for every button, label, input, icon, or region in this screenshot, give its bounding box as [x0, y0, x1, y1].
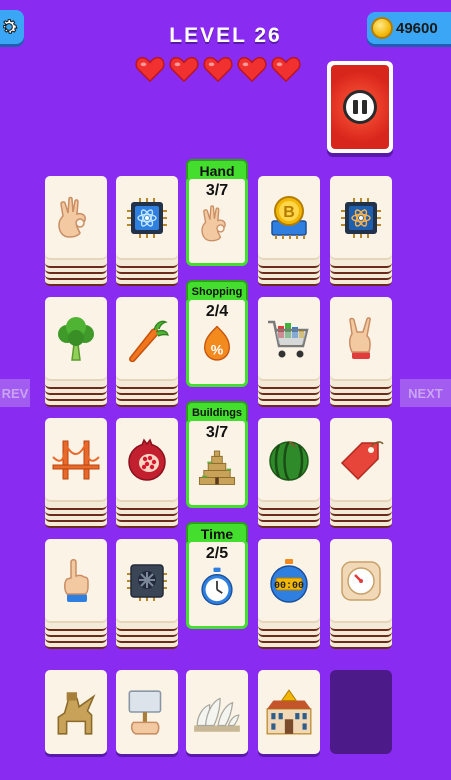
pause-icon — [343, 90, 377, 124]
broccoli-icon — [58, 317, 94, 361]
pause-card-face — [331, 65, 389, 149]
card-processor-chip[interactable] — [116, 539, 178, 623]
hand-card-palace[interactable] — [258, 670, 320, 754]
ok-hand-icon — [201, 205, 226, 242]
pomegranate-icon — [128, 438, 166, 481]
category-card-time[interactable]: Time 2/5 — [186, 522, 248, 629]
category-card-hand[interactable]: Hand 3/7 — [186, 159, 248, 266]
pointing-hand-icon — [64, 559, 89, 602]
card-pointing-hand[interactable] — [45, 539, 107, 623]
level-title: LEVEL 26 — [169, 24, 282, 47]
card-kitchen-timer[interactable] — [330, 539, 392, 623]
kitchen-timer-icon — [341, 561, 381, 601]
lamassu-statue-icon — [57, 692, 96, 735]
heart-icon — [237, 57, 267, 83]
empty-hand-slot[interactable] — [330, 670, 392, 754]
card-rock-hand[interactable] — [330, 297, 392, 381]
category-label: Time — [186, 522, 248, 542]
card-golden-gate-bridge[interactable] — [45, 418, 107, 502]
pause-button[interactable] — [327, 61, 393, 153]
hand-card-lamassu[interactable] — [45, 670, 107, 754]
carrot-icon — [129, 320, 169, 363]
atom-chip-icon — [127, 198, 167, 238]
rock-hand-icon — [349, 317, 371, 359]
palace-icon — [266, 689, 312, 735]
opera-house-icon — [194, 697, 240, 732]
category-label: Shopping — [186, 280, 248, 300]
svg-text:00:00: 00:00 — [274, 581, 304, 592]
card-bitcoin-chip[interactable]: B — [258, 176, 320, 260]
category-card-shopping[interactable]: Shopping 2/4 % — [186, 280, 248, 387]
heart-icon — [169, 57, 199, 83]
category-progress: 3/7 — [205, 424, 229, 441]
price-tag-icon — [340, 441, 384, 481]
atom-chip-icon — [341, 198, 381, 238]
category-card-buildings[interactable]: Buildings 3/7 — [186, 401, 248, 508]
step-pyramid-icon — [198, 450, 236, 485]
card-price-tag[interactable] — [330, 418, 392, 502]
heart-icon — [135, 57, 165, 83]
stopwatch-icon — [201, 567, 233, 606]
svg-text:%: % — [211, 342, 224, 358]
processor-chip-icon — [127, 564, 167, 601]
card-pomegranate[interactable] — [116, 418, 178, 502]
card-broccoli[interactable] — [45, 297, 107, 381]
golden-gate-bridge-icon — [52, 440, 100, 480]
bitcoin-chip-icon: B — [271, 196, 307, 239]
category-label: Buildings — [186, 401, 248, 421]
card-atom-chip[interactable] — [116, 176, 178, 260]
next-button[interactable]: NEXT — [400, 379, 451, 407]
category-progress: 2/5 — [205, 545, 229, 562]
digital-stopwatch-icon: 00:00 — [270, 559, 308, 603]
card-carrot[interactable] — [116, 297, 178, 381]
svg-text:B: B — [283, 204, 295, 221]
hand-card-sign[interactable] — [116, 670, 178, 754]
watermelon-icon — [269, 441, 309, 481]
card-shopping-cart[interactable] — [258, 297, 320, 381]
heart-icon — [203, 57, 233, 83]
heart-icon — [271, 57, 301, 83]
hand-card-opera-house[interactable] — [186, 670, 248, 754]
category-progress: 3/7 — [205, 182, 229, 199]
shopping-cart-icon — [268, 320, 309, 358]
card-ok-hand[interactable] — [45, 176, 107, 260]
hand-holding-sign-icon — [128, 690, 162, 735]
lives-hearts — [135, 55, 301, 83]
ok-hand-icon — [58, 196, 86, 238]
card-atom-chip[interactable] — [330, 176, 392, 260]
prev-button[interactable]: REV — [0, 379, 30, 407]
category-label: Hand — [186, 159, 248, 179]
category-progress: 2/4 — [205, 303, 229, 320]
card-digital-stopwatch[interactable]: 00:00 — [258, 539, 320, 623]
card-watermelon[interactable] — [258, 418, 320, 502]
discount-tag-icon: % — [204, 325, 230, 361]
